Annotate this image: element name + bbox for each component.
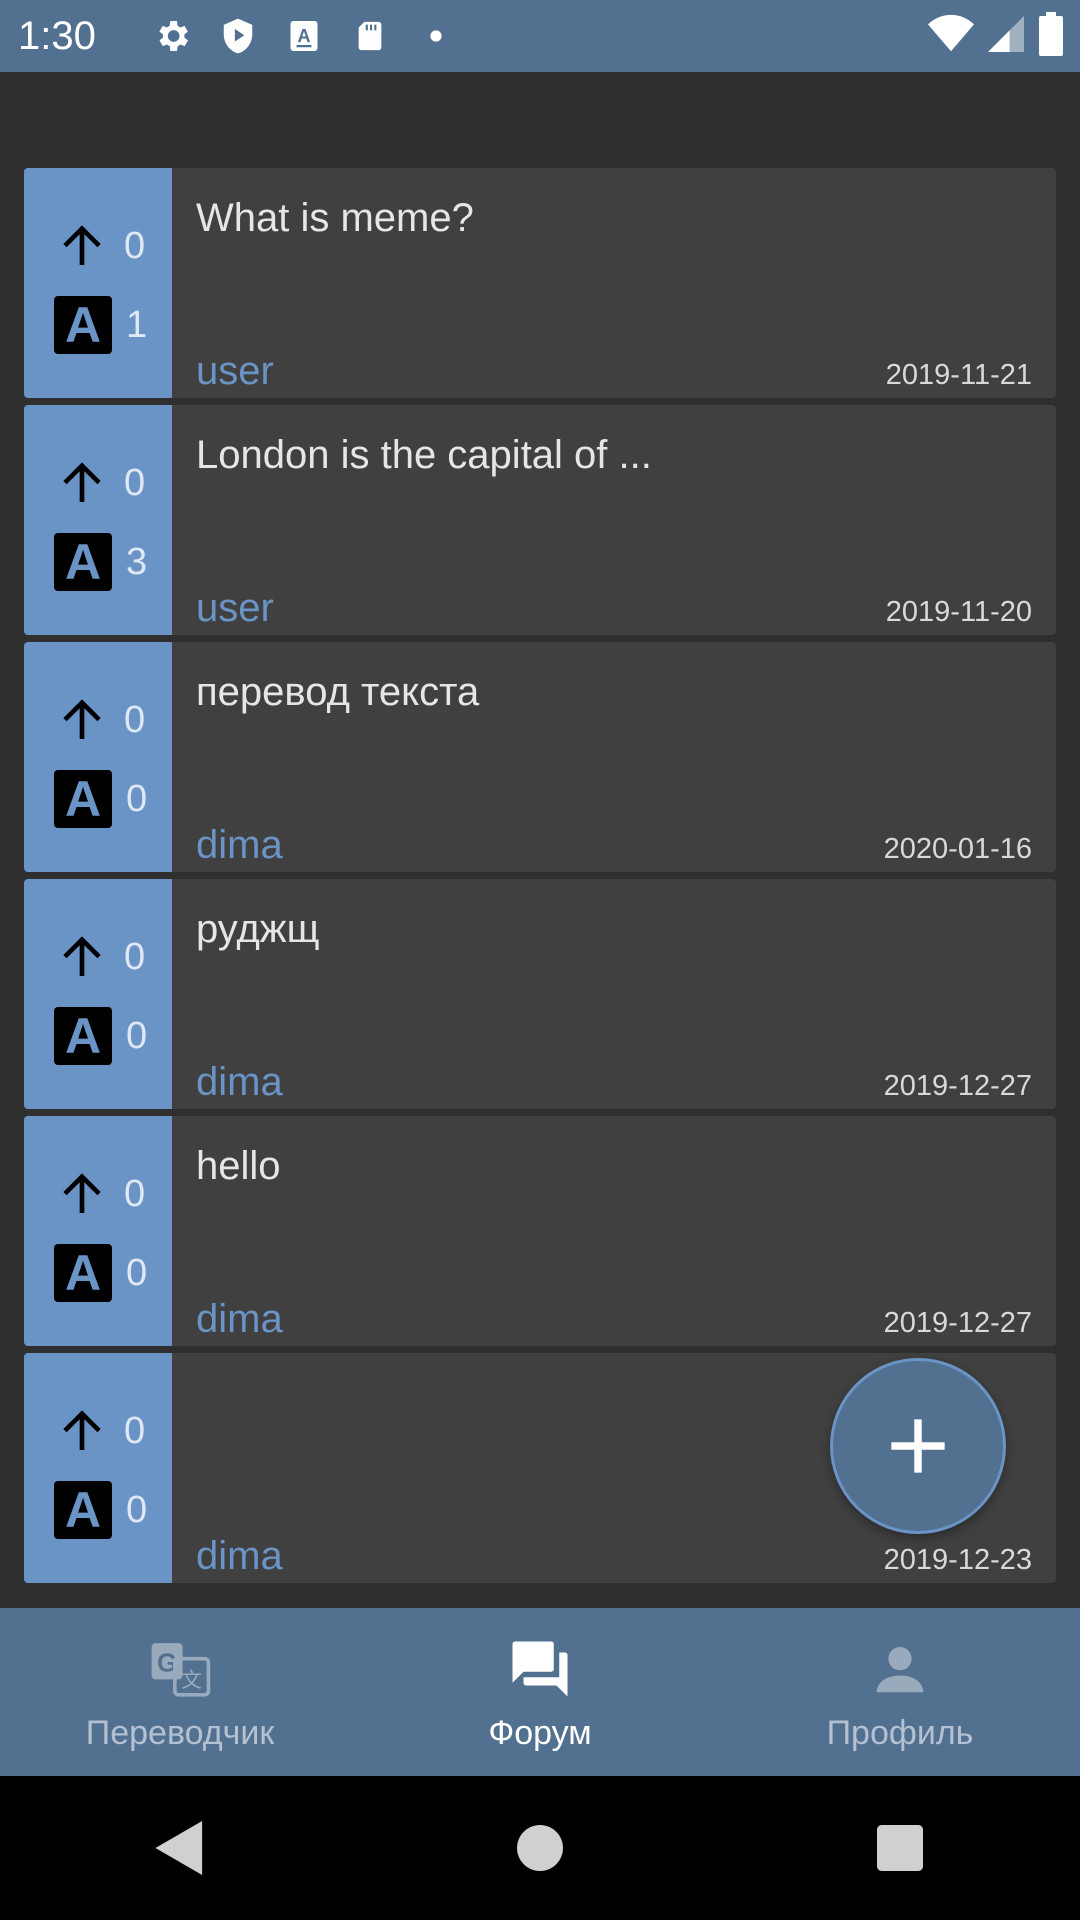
post-author[interactable]: user — [196, 586, 274, 631]
answers-badge-icon: A — [54, 296, 112, 354]
nav-item-forum[interactable]: Форум — [360, 1608, 720, 1776]
answers-row: A 0 — [54, 1481, 147, 1539]
upvote-count: 0 — [124, 1173, 146, 1215]
post-stats: 0 A 0 — [24, 1116, 172, 1346]
upvote-row: 0 — [54, 1164, 145, 1225]
post-stats: 0 A 0 — [24, 879, 172, 1109]
upvote-arrow-icon[interactable] — [54, 216, 110, 277]
post-stats: 0 A 1 — [24, 168, 172, 398]
system-navigation-bar — [0, 1776, 1080, 1920]
nav-item-profile[interactable]: Профиль — [720, 1608, 1080, 1776]
upvote-row: 0 — [54, 927, 145, 988]
post-stats: 0 A 0 — [24, 642, 172, 872]
recents-icon[interactable] — [855, 1803, 945, 1893]
answers-row: A 0 — [54, 1244, 147, 1302]
answers-badge-icon: A — [54, 1481, 112, 1539]
svg-text:A: A — [298, 26, 311, 46]
answer-count: 0 — [126, 1014, 148, 1057]
nav-label-translator: Переводчик — [85, 1714, 275, 1752]
translate-icon: G 文 — [147, 1636, 213, 1702]
post-title: hello — [196, 1144, 281, 1188]
answers-row: A 0 — [54, 770, 147, 828]
post-title: перевод текста — [196, 670, 480, 714]
upvote-row: 0 — [54, 1401, 145, 1462]
dot-icon — [414, 14, 458, 58]
post-content: руджщ dima 2019-12-27 — [172, 879, 1056, 1109]
post-date: 2019-12-27 — [883, 1307, 1032, 1339]
post-author[interactable]: dima — [196, 823, 283, 868]
upvote-row: 0 — [54, 453, 145, 514]
post-stats: 0 A 0 — [24, 1353, 172, 1583]
add-post-button[interactable] — [830, 1358, 1006, 1534]
home-icon[interactable] — [495, 1803, 585, 1893]
settings-icon — [150, 14, 194, 58]
answers-badge-icon: A — [54, 533, 112, 591]
upvote-arrow-icon[interactable] — [54, 453, 110, 514]
answer-count: 1 — [126, 303, 148, 346]
post-date: 2019-11-21 — [885, 359, 1032, 391]
font-a-icon: A — [282, 14, 326, 58]
answers-badge-icon: A — [54, 770, 112, 828]
status-system-icons — [928, 0, 1064, 72]
upvote-count: 0 — [124, 462, 146, 504]
upvote-arrow-icon[interactable] — [54, 1164, 110, 1225]
post-title: руджщ — [196, 907, 320, 951]
wifi-icon — [928, 14, 974, 59]
upvote-arrow-icon[interactable] — [54, 1401, 110, 1462]
answers-row: A 3 — [54, 533, 147, 591]
post-content: hello dima 2019-12-27 — [172, 1116, 1056, 1346]
forum-post-card[interactable]: 0 A 3 London is the capital of ... user … — [24, 405, 1056, 635]
bottom-navigation: G 文 Переводчик Форум Профиль — [0, 1608, 1080, 1776]
post-title: London is the capital of ... — [196, 433, 652, 477]
forum-post-card[interactable]: 0 A 0 руджщ dima 2019-12-27 — [24, 879, 1056, 1109]
upvote-count: 0 — [124, 936, 146, 978]
forum-post-card[interactable]: 0 A 1 What is meme? user 2019-11-21 — [24, 168, 1056, 398]
shield-play-icon — [216, 14, 260, 58]
post-date: 2019-11-20 — [885, 596, 1032, 628]
post-date: 2019-12-27 — [883, 1070, 1032, 1102]
post-content: перевод текста dima 2020-01-16 — [172, 642, 1056, 872]
post-date: 2019-12-23 — [883, 1544, 1032, 1576]
status-bar: 1:30 A — [0, 0, 1080, 72]
answer-count: 0 — [126, 1251, 148, 1294]
status-notification-icons: A — [150, 14, 458, 58]
answers-badge-icon: A — [54, 1244, 112, 1302]
post-author[interactable]: user — [196, 349, 274, 394]
post-date: 2020-01-16 — [883, 833, 1032, 865]
upvote-row: 0 — [54, 690, 145, 751]
upvote-count: 0 — [124, 699, 146, 741]
forum-icon — [507, 1636, 573, 1702]
answer-count: 0 — [126, 777, 148, 820]
upvote-arrow-icon[interactable] — [54, 927, 110, 988]
status-time: 1:30 — [18, 13, 96, 58]
back-icon[interactable] — [135, 1803, 225, 1893]
sd-card-icon — [348, 14, 392, 58]
nav-label-forum: Форум — [488, 1714, 592, 1752]
person-icon — [867, 1636, 933, 1702]
answers-row: A 0 — [54, 1007, 147, 1065]
plus-icon — [891, 1419, 945, 1473]
forum-post-card[interactable]: 0 A 0 hello dima 2019-12-27 — [24, 1116, 1056, 1346]
post-title: What is meme? — [196, 196, 474, 240]
answer-count: 0 — [126, 1488, 148, 1531]
upvote-arrow-icon[interactable] — [54, 690, 110, 751]
nav-label-profile: Профиль — [826, 1714, 974, 1752]
forum-post-card[interactable]: 0 A 0 перевод текста dima 2020-01-16 — [24, 642, 1056, 872]
post-author[interactable]: dima — [196, 1060, 283, 1105]
upvote-count: 0 — [124, 225, 146, 267]
upvote-row: 0 — [54, 216, 145, 277]
answer-count: 3 — [126, 540, 148, 583]
svg-text:文: 文 — [181, 1668, 202, 1692]
post-content: What is meme? user 2019-11-21 — [172, 168, 1056, 398]
nav-item-translator[interactable]: G 文 Переводчик — [0, 1608, 360, 1776]
upvote-count: 0 — [124, 1410, 146, 1452]
post-stats: 0 A 3 — [24, 405, 172, 635]
post-author[interactable]: dima — [196, 1297, 283, 1342]
answers-badge-icon: A — [54, 1007, 112, 1065]
signal-icon — [988, 14, 1024, 59]
battery-icon — [1038, 11, 1064, 61]
answers-row: A 1 — [54, 296, 147, 354]
post-content: London is the capital of ... user 2019-1… — [172, 405, 1056, 635]
post-author[interactable]: dima — [196, 1534, 283, 1579]
